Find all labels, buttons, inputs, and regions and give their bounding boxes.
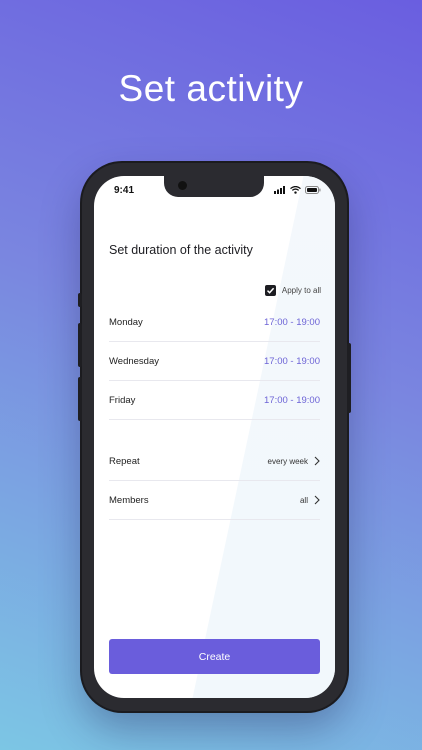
day-label: Wednesday	[109, 355, 159, 367]
page-title: Set duration of the activity	[109, 243, 253, 257]
volume-down-button	[78, 377, 82, 421]
chevron-right-icon	[314, 495, 320, 505]
camera-icon	[178, 181, 187, 190]
apply-to-all-checkbox[interactable]	[264, 285, 276, 296]
screen-content: Set duration of the activity Apply to al…	[94, 176, 335, 698]
power-button	[347, 343, 351, 413]
members-label: Members	[109, 494, 149, 506]
signal-icon	[274, 186, 285, 194]
status-icons	[274, 186, 321, 194]
apply-to-all-label: Apply to all	[281, 286, 321, 295]
day-time-range[interactable]: 17:00 - 19:00	[264, 356, 320, 367]
members-row[interactable]: Members all	[109, 481, 320, 520]
repeat-label: Repeat	[109, 455, 140, 467]
wifi-icon	[290, 186, 301, 194]
day-label: Monday	[109, 316, 143, 328]
day-time-range[interactable]: 17:00 - 19:00	[264, 317, 320, 328]
repeat-row[interactable]: Repeat every week	[109, 442, 320, 481]
hero-title: Set activity	[118, 68, 304, 109]
day-label: Friday	[109, 394, 136, 406]
day-row-wednesday[interactable]: Wednesday 17:00 - 19:00	[109, 342, 320, 381]
check-icon	[266, 287, 275, 294]
mute-switch	[78, 293, 82, 307]
apply-to-all-option[interactable]: Apply to all	[264, 285, 321, 296]
phone-screen: 9:41 Set duration of the activity Apply …	[94, 176, 335, 698]
create-button[interactable]: Create	[109, 639, 320, 674]
members-value: all	[299, 495, 308, 505]
status-time: 9:41	[114, 185, 135, 196]
day-time-range[interactable]: 17:00 - 19:00	[264, 395, 320, 406]
chevron-right-icon	[314, 456, 320, 466]
volume-up-button	[78, 323, 82, 367]
day-row-monday[interactable]: Monday 17:00 - 19:00	[109, 303, 320, 342]
day-row-friday[interactable]: Friday 17:00 - 19:00	[109, 381, 320, 420]
battery-icon	[305, 186, 321, 194]
phone-frame: 9:41 Set duration of the activity Apply …	[78, 163, 351, 711]
repeat-value: every week	[267, 456, 308, 466]
